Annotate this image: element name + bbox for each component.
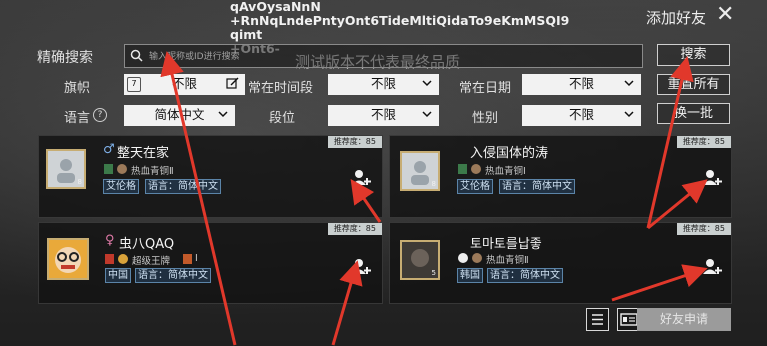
arrow-to-add-friend-4: [611, 264, 708, 302]
arrow-to-search-input: [160, 51, 237, 346]
arrow-to-add-friend-1: [350, 179, 382, 223]
annotation-arrows: [160, 51, 708, 346]
arrow-to-add-friend-3: [331, 260, 363, 346]
